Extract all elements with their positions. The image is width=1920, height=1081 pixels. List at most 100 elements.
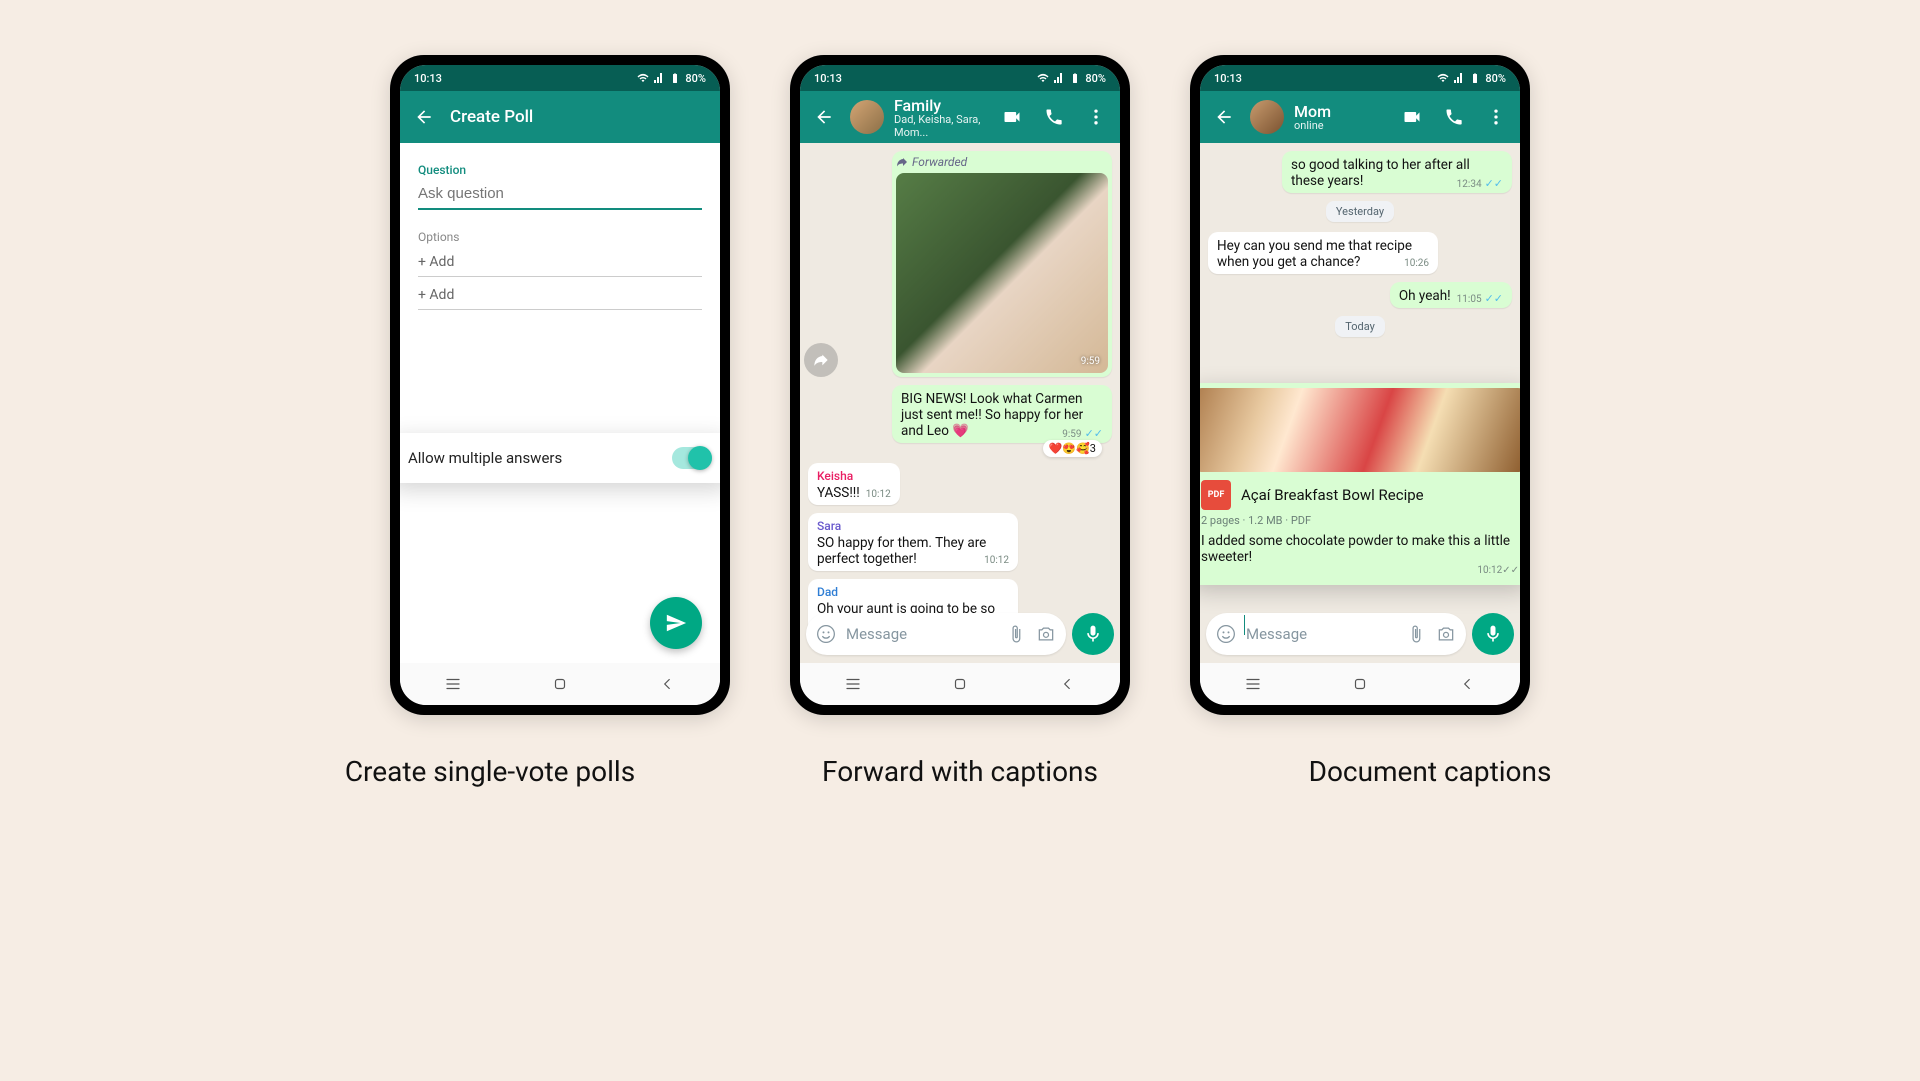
toggle-switch[interactable] [672,447,712,469]
attach-icon[interactable] [1406,624,1426,644]
msg-text: YASS!!! [817,485,860,501]
send-icon [665,612,687,634]
forward-icon [813,352,829,368]
voice-call-button[interactable] [1038,101,1070,133]
chat-content: so good talking to her after all these y… [1200,143,1520,663]
question-input[interactable] [418,177,702,210]
forwarded-text: Forwarded [912,155,967,169]
mic-button[interactable] [1072,613,1114,655]
wifi-icon [1037,72,1049,84]
statusbar: 10:13 80% [1200,65,1520,91]
caption-3: Document captions [1260,755,1600,788]
question-label: Question [418,163,702,177]
msg-time: 12:34✓✓ [1457,177,1503,190]
back-button[interactable] [808,101,840,133]
input-bar: Message [806,613,1114,655]
message-input[interactable]: Message [806,613,1066,655]
chat-title-col[interactable]: Family Dad, Keisha, Sara, Mom... [894,96,986,139]
input-placeholder: Message [1246,625,1396,643]
video-icon [1002,107,1022,127]
emoji-icon[interactable] [816,624,836,644]
status-time: 10:13 [1214,72,1242,85]
document-time: 10:12✓✓ [1200,565,1520,580]
more-icon [1486,107,1506,127]
back-button[interactable] [1208,101,1240,133]
chat-status: online [1294,119,1386,132]
options-label: Options [418,230,702,244]
home-icon[interactable] [951,675,969,693]
msg-time: 10:12 [866,489,891,500]
top-out-bubble[interactable]: so good talking to her after all these y… [1282,151,1512,193]
date-chip: Today [1335,316,1385,337]
sender-name: Dad [817,585,1009,599]
chat-title-col[interactable]: Mom online [1294,102,1386,132]
forwarded-label: Forwarded [896,155,1108,169]
signal-icon [653,72,665,84]
caption-text: BIG NEWS! Look what Carmen just sent me!… [901,391,1083,439]
mic-button[interactable] [1472,613,1514,655]
video-call-button[interactable] [1396,101,1428,133]
phone-row: 10:13 80% Create Poll Question Options + [390,55,1530,715]
option-add-1[interactable]: + Add [418,244,702,277]
avatar[interactable] [850,100,884,134]
msg-text: Oh yeah! [1399,288,1451,304]
more-button[interactable] [1480,101,1512,133]
camera-icon[interactable] [1036,624,1056,644]
document-title: Açaí Breakfast Bowl Recipe [1241,486,1424,504]
sender-name: Sara [817,519,1009,533]
home-icon[interactable] [551,675,569,693]
message-input[interactable]: Message [1206,613,1466,655]
list-item[interactable]: Keisha YASS!!! 10:12 [808,463,900,505]
avatar[interactable] [1250,100,1284,134]
battery-pct: 80% [685,72,706,85]
forward-circle[interactable] [804,343,838,377]
list-item[interactable]: Sara SO happy for them. They are perfect… [808,513,1018,571]
pdf-icon: PDF [1201,480,1231,510]
appbar: Family Dad, Keisha, Sara, Mom... [800,91,1120,143]
caption-bubble[interactable]: BIG NEWS! Look what Carmen just sent me!… [892,385,1112,443]
option-add-2[interactable]: + Add [418,277,702,310]
in-bubble[interactable]: Hey can you send me that recipe when you… [1208,232,1438,274]
recents-icon[interactable] [844,675,862,693]
document-thumb [1200,388,1520,472]
document-row: PDF Açaí Breakfast Bowl Recipe [1200,472,1520,514]
poll-content: Question Options + Add + Add Allow multi… [400,143,720,663]
document-card[interactable]: PDF Açaí Breakfast Bowl Recipe 2 pages ·… [1200,383,1520,585]
forward-bubble[interactable]: Forwarded 9:59 [892,151,1112,377]
back-nav-icon[interactable] [1058,675,1076,693]
msg-time: 11:05✓✓ [1457,292,1503,305]
voice-call-button[interactable] [1438,101,1470,133]
signal-icon [1453,72,1465,84]
input-bar: Message [1206,613,1514,655]
attach-icon[interactable] [1006,624,1026,644]
recents-icon[interactable] [444,675,462,693]
caption-2: Forward with captions [790,755,1130,788]
back-nav-icon[interactable] [1458,675,1476,693]
reaction-badge[interactable]: ❤️😍🥰3 [1043,440,1102,457]
video-call-button[interactable] [996,101,1028,133]
recents-icon[interactable] [1244,675,1262,693]
back-nav-icon[interactable] [658,675,676,693]
status-time: 10:13 [814,72,842,85]
statusbar: 10:13 80% [400,65,720,91]
appbar: Create Poll [400,91,720,143]
screen: 10:13 80% Mom online [1200,65,1520,705]
input-placeholder: Message [846,625,996,643]
home-icon[interactable] [1351,675,1369,693]
screen: 10:13 80% Family Dad, Keisha, Sara, Mom.… [800,65,1120,705]
msg-text: Hey can you send me that recipe when you… [1217,238,1412,270]
camera-icon[interactable] [1436,624,1456,644]
allow-multiple-card[interactable]: Allow multiple answers [400,433,720,483]
back-button[interactable] [408,101,440,133]
emoji-icon[interactable] [1216,624,1236,644]
status-icons: 80% [1037,72,1106,85]
more-button[interactable] [1080,101,1112,133]
screen: 10:13 80% Create Poll Question Options + [400,65,720,705]
appbar-title: Create Poll [450,107,712,127]
out-bubble[interactable]: Oh yeah! 11:05✓✓ [1390,282,1512,308]
send-button[interactable] [650,597,702,649]
toggle-label: Allow multiple answers [408,449,562,467]
navbar [800,663,1120,705]
forwarded-image[interactable]: 9:59 [896,173,1108,373]
document-caption: I added some chocolate powder to make th… [1200,531,1520,565]
